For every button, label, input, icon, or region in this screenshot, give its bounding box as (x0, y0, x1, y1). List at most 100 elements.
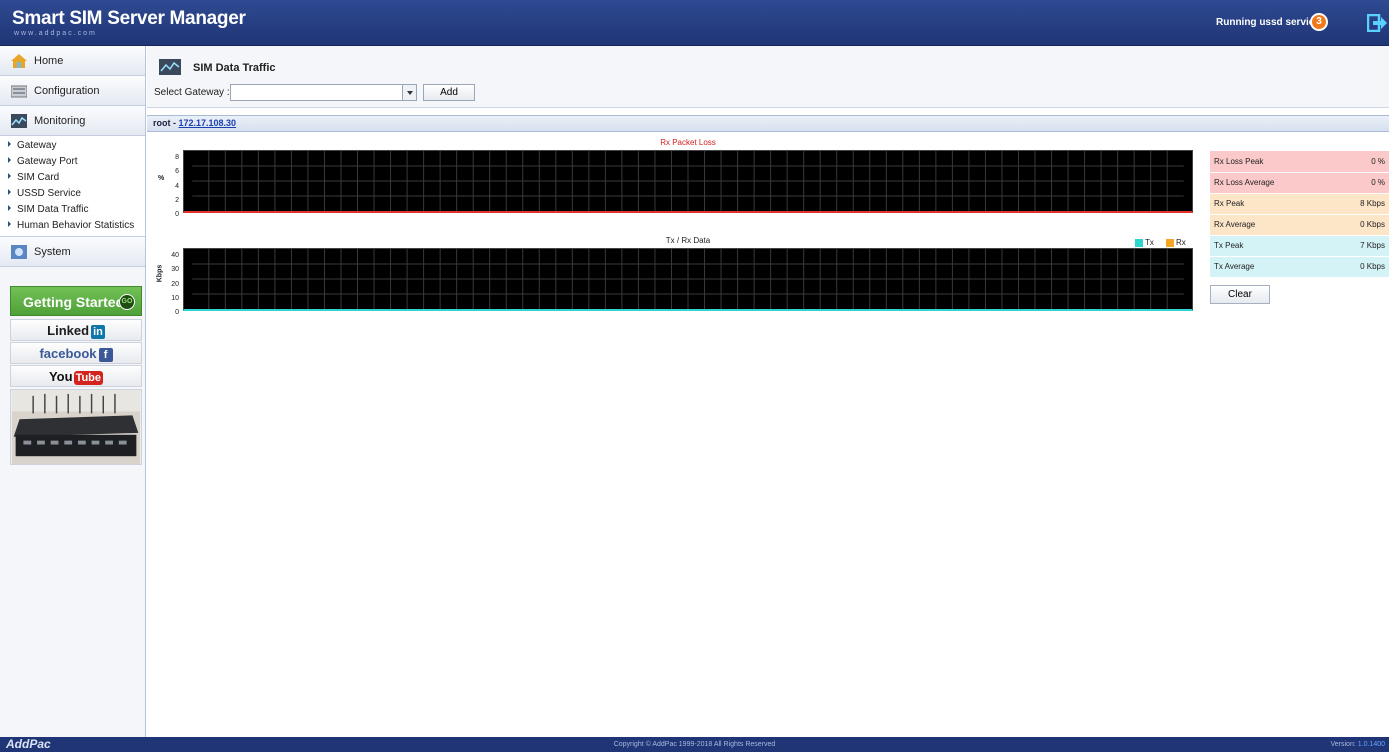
monitoring-icon (159, 59, 181, 75)
sidebar-subitem-sim-card[interactable]: SIM Card (0, 170, 145, 186)
gateway-path: root - 172.17.108.30 (153, 118, 236, 128)
add-button[interactable]: Add (423, 84, 475, 101)
arrow-right-icon (8, 221, 11, 228)
stats-label: Rx Loss Average (1210, 172, 1331, 194)
sidebar-subitem-label: USSD Service (17, 188, 81, 199)
stats-table: Rx Loss Peak 0 % Rx Loss Average 0 % Rx Peak… (1210, 151, 1389, 278)
logout-icon[interactable] (1367, 14, 1387, 32)
rx-loss-plot (183, 150, 1193, 213)
sidebar-subitem-label: Human Behavior Statistics (17, 220, 135, 231)
stats-value: 0 Kbps (1330, 256, 1389, 278)
y-axis-label-txrx: Kbps (156, 264, 164, 283)
sidebar-subitem-sim-data-traffic[interactable]: SIM Data Traffic (0, 202, 145, 218)
footer-copyright: Copyright © AddPac 1999-2018 All Rights … (613, 741, 776, 748)
stats-row: Rx Peak 8 Kbps (1210, 193, 1389, 215)
stats-value: 0 % (1330, 151, 1389, 173)
youtube-link[interactable]: You Tube (10, 365, 142, 387)
gateway-ip-link[interactable]: 172.17.108.30 (179, 118, 237, 128)
main-content: SIM Data Traffic Select Gateway : Add ro… (147, 46, 1389, 737)
system-icon (11, 245, 27, 259)
sidebar-subitem-human-behavior-statistics[interactable]: Human Behavior Statistics (0, 218, 145, 234)
stats-row: Rx Average 0 Kbps (1210, 214, 1389, 236)
stats-label: Tx Average (1210, 256, 1331, 278)
facebook-link[interactable]: facebook f (10, 342, 142, 364)
y-axis-label-rx-loss: % (158, 175, 165, 182)
y-tick-label: 40 (171, 252, 179, 259)
configuration-icon (11, 85, 27, 98)
footer-brand: AddPac (6, 737, 51, 751)
legend-label-tx: Tx (1145, 238, 1154, 247)
footer-version: Version: 1.0.1400 (1331, 737, 1386, 752)
app-title: Smart SIM Server Manager (12, 8, 246, 29)
chart-title-txrx: Tx / Rx Data (665, 236, 711, 245)
y-tick-label: 6 (175, 168, 179, 176)
sidebar-subitem-ussd-service[interactable]: USSD Service (0, 186, 145, 202)
stats-value: 0 % (1330, 172, 1389, 194)
go-badge: GO (119, 294, 135, 310)
chart-title-rx-loss: Rx Packet Loss (660, 138, 716, 147)
sidebar-subitem-gateway[interactable]: Gateway (0, 138, 145, 154)
y-tick-label: 10 (171, 294, 179, 302)
monitoring-icon (11, 114, 27, 128)
legend-rx: Rx (1166, 238, 1186, 247)
y-tick-label: 30 (171, 266, 179, 274)
version-link[interactable]: 1.0.1400 (1358, 741, 1385, 748)
app-subtitle: www.addpac.com (14, 30, 97, 37)
y-tick-label: 8 (175, 154, 179, 161)
getting-started-button[interactable]: Getting Started GO (10, 286, 142, 316)
facebook-label: facebook (39, 346, 97, 361)
monitoring-submenu: Gateway Gateway Port SIM Card USSD Servi… (0, 136, 145, 237)
y-tick-label: 20 (171, 280, 179, 288)
stats-row: Rx Loss Average 0 % (1210, 172, 1389, 194)
chevron-down-icon[interactable] (402, 85, 416, 100)
gateway-select[interactable] (230, 84, 417, 101)
app-header: Smart SIM Server Manager www.addpac.com … (0, 0, 1389, 46)
sidebar-subitem-label: SIM Card (17, 172, 60, 183)
ussd-count-badge[interactable]: 3 (1310, 13, 1328, 31)
sidebar-item-home[interactable]: Home (0, 46, 145, 76)
y-tick-label: 2 (175, 196, 179, 204)
device-photo (10, 389, 142, 465)
arrow-right-icon (8, 141, 11, 148)
select-gateway-label: Select Gateway : (154, 87, 230, 98)
y-tick-label: 4 (175, 182, 179, 190)
linkedin-label: Linked (47, 323, 90, 338)
sidebar-item-configuration[interactable]: Configuration (0, 76, 145, 106)
stats-label: Rx Peak (1210, 193, 1331, 215)
sidebar-item-label: Monitoring (34, 115, 86, 127)
home-icon (11, 54, 27, 68)
legend-tx: Tx (1135, 238, 1154, 247)
app-footer: Copyright © AddPac 1999-2018 All Rights … (0, 737, 1389, 752)
sidebar-item-label: Configuration (34, 85, 100, 97)
arrow-right-icon (8, 189, 11, 196)
getting-started-label: Getting Started (23, 294, 125, 310)
youtube-icon: Tube (73, 371, 104, 385)
stats-row: Tx Average 0 Kbps (1210, 256, 1389, 278)
stats-value: 0 Kbps (1330, 214, 1389, 236)
stats-row: Rx Loss Peak 0 % (1210, 151, 1389, 173)
ussd-status-text: Running ussd service (1216, 17, 1320, 28)
clear-button[interactable]: Clear (1210, 285, 1270, 304)
arrow-right-icon (8, 173, 11, 180)
sidebar-item-system[interactable]: System (0, 237, 145, 267)
sidebar-subitem-label: SIM Data Traffic (17, 204, 89, 215)
sidebar-subitem-gateway-port[interactable]: Gateway Port (0, 154, 145, 170)
sidebar: Home Configuration Monitoring Gateway Ga… (0, 46, 146, 737)
linkedin-icon: in (91, 325, 105, 339)
arrow-right-icon (8, 205, 11, 212)
sidebar-item-label: System (34, 246, 71, 258)
stats-label: Tx Peak (1210, 235, 1331, 257)
facebook-icon: f (98, 348, 113, 362)
stats-label: Rx Loss Peak (1210, 151, 1331, 173)
y-tick-label: 0 (175, 309, 179, 316)
sidebar-item-monitoring[interactable]: Monitoring (0, 106, 145, 136)
stats-value: 8 Kbps (1330, 193, 1389, 215)
legend-swatch-tx (1135, 238, 1143, 247)
y-tick-label: 0 (175, 211, 179, 218)
txrx-plot (183, 248, 1193, 311)
linkedin-link[interactable]: Linked in (10, 319, 142, 341)
version-label: Version: (1330, 741, 1358, 748)
page-header: SIM Data Traffic Select Gateway : Add (147, 46, 1389, 108)
sidebar-subitem-label: Gateway (17, 140, 57, 151)
stats-label: Rx Average (1210, 214, 1331, 236)
